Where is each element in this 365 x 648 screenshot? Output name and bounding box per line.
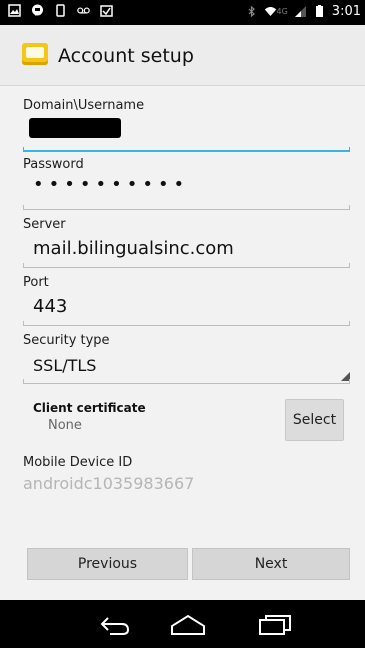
- input-underline: [23, 205, 350, 210]
- username-label: Domain\Username: [23, 98, 145, 113]
- input-underline: [23, 379, 350, 384]
- redacted-username: [29, 118, 121, 138]
- server-label: Server: [23, 217, 66, 232]
- client-certificate-value: None: [48, 418, 82, 433]
- email-app-icon[interactable]: [22, 43, 48, 65]
- previous-button[interactable]: Previous: [27, 548, 188, 580]
- port-input[interactable]: 443: [23, 292, 350, 326]
- security-type-spinner[interactable]: SSL/TLS: [23, 350, 350, 384]
- action-bar: Account setup: [0, 25, 365, 86]
- recents-icon[interactable]: [258, 614, 292, 636]
- password-input[interactable]: ••••••••••: [23, 174, 350, 210]
- messenger-icon: [32, 4, 43, 16]
- security-type-value: SSL/TLS: [33, 356, 97, 375]
- notification-icons: [8, 4, 113, 17]
- next-button[interactable]: Next: [192, 548, 350, 580]
- battery-icon: [315, 5, 323, 17]
- navigation-bar: [0, 600, 365, 648]
- system-icons: 4G 3:01: [245, 4, 361, 19]
- port-label: Port: [23, 275, 49, 290]
- home-icon[interactable]: [170, 614, 206, 636]
- input-underline: [23, 147, 350, 152]
- network-type: 4G: [276, 7, 288, 16]
- bluetooth-icon: [248, 5, 255, 18]
- server-value: mail.bilingualsinc.com: [33, 238, 234, 259]
- calendar-check-icon: [100, 5, 113, 17]
- password-value: ••••••••••: [33, 174, 190, 195]
- signal-icon: [294, 6, 306, 17]
- status-time: 3:01: [331, 4, 361, 19]
- input-underline: [23, 263, 350, 268]
- input-underline: [23, 321, 350, 326]
- back-icon[interactable]: [98, 614, 130, 636]
- bottom-button-bar: Previous Next: [0, 548, 365, 580]
- password-label: Password: [23, 157, 84, 172]
- port-value: 443: [33, 296, 68, 317]
- voicemail-icon: [77, 7, 90, 14]
- wifi-icon: [264, 7, 276, 16]
- client-certificate-label: Client certificate: [33, 401, 146, 415]
- status-bar: 4G 3:01: [0, 0, 365, 25]
- phone-icon: [56, 4, 65, 17]
- security-type-label: Security type: [23, 333, 110, 348]
- image-icon: [8, 4, 21, 17]
- mobile-device-id-value: androidc1035983667: [23, 474, 195, 493]
- page-title: Account setup: [58, 45, 194, 67]
- server-input[interactable]: mail.bilingualsinc.com: [23, 234, 350, 268]
- mobile-device-id-label: Mobile Device ID: [23, 455, 133, 470]
- username-input[interactable]: [23, 118, 350, 152]
- select-certificate-button[interactable]: Select: [285, 399, 344, 441]
